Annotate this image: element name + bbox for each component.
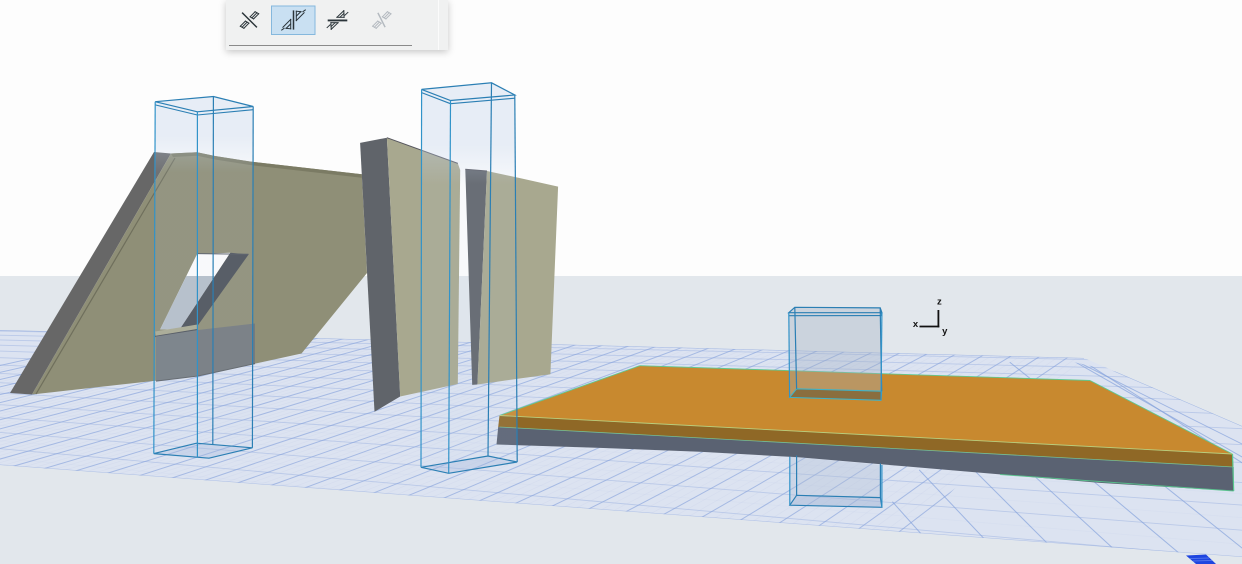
svg-text:x: x [913, 319, 919, 330]
svg-text:z: z [937, 297, 942, 308]
svg-text:y: y [942, 326, 948, 337]
